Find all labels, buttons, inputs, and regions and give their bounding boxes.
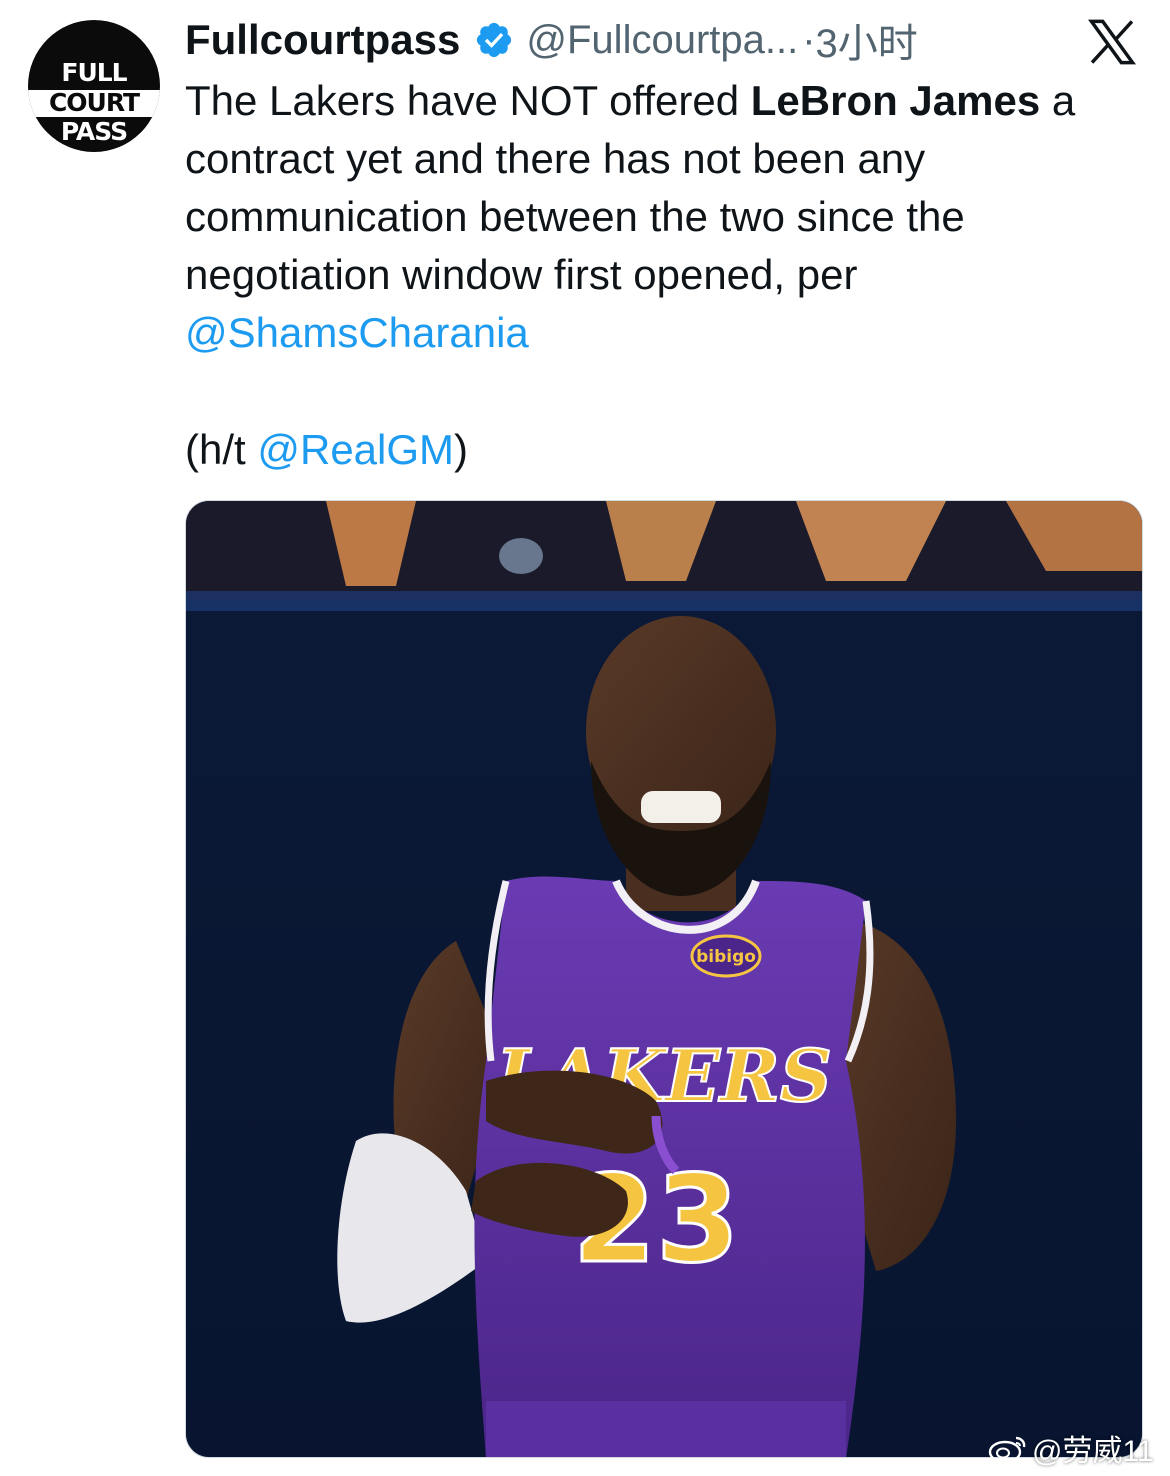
tweet-text-part: The Lakers have NOT offered — [185, 77, 751, 124]
tweet-media-photo[interactable]: LAKERS 23 bibigo — [185, 500, 1143, 1458]
hat-tip-open: (h/t — [185, 426, 258, 473]
display-name[interactable]: Fullcourtpass — [185, 16, 460, 64]
avatar-logo-line: PASS — [60, 117, 128, 146]
arena-light — [499, 538, 543, 574]
tweet-bold-name: LeBron James — [750, 77, 1041, 124]
author-handle[interactable]: @Fullcourtpa... — [526, 18, 798, 63]
weibo-watermark: @劳威11 — [988, 1426, 1154, 1470]
smile — [641, 791, 721, 823]
avatar[interactable]: FULL COURT PASS — [28, 20, 160, 152]
timestamp[interactable]: 3小时 — [816, 11, 918, 69]
sponsor-patch-text: bibigo — [696, 947, 756, 967]
shorts — [486, 1401, 846, 1457]
player-photo: LAKERS 23 bibigo — [186, 501, 1142, 1457]
tweet-header: Fullcourtpass @Fullcourtpa... · 3小时 — [185, 14, 918, 66]
watermark-text: @劳威11 — [1032, 1435, 1154, 1468]
hat-tip-close: ) — [454, 426, 469, 473]
avatar-logo-line: FULL — [61, 58, 127, 87]
tweet-text: The Lakers have NOT offered LeBron James… — [185, 72, 1135, 362]
hat-tip-line: (h/t @RealGM) — [185, 421, 468, 479]
verified-badge-icon — [477, 22, 512, 58]
weibo-logo-icon — [988, 1436, 1026, 1464]
avatar-logo-line: COURT — [48, 88, 140, 117]
arena-ring — [186, 591, 1142, 611]
mention-link[interactable]: @RealGM — [257, 426, 454, 473]
separator-dot: · — [802, 17, 816, 62]
mention-link[interactable]: @ShamsCharania — [185, 309, 529, 356]
x-logo-icon[interactable] — [1085, 16, 1139, 68]
